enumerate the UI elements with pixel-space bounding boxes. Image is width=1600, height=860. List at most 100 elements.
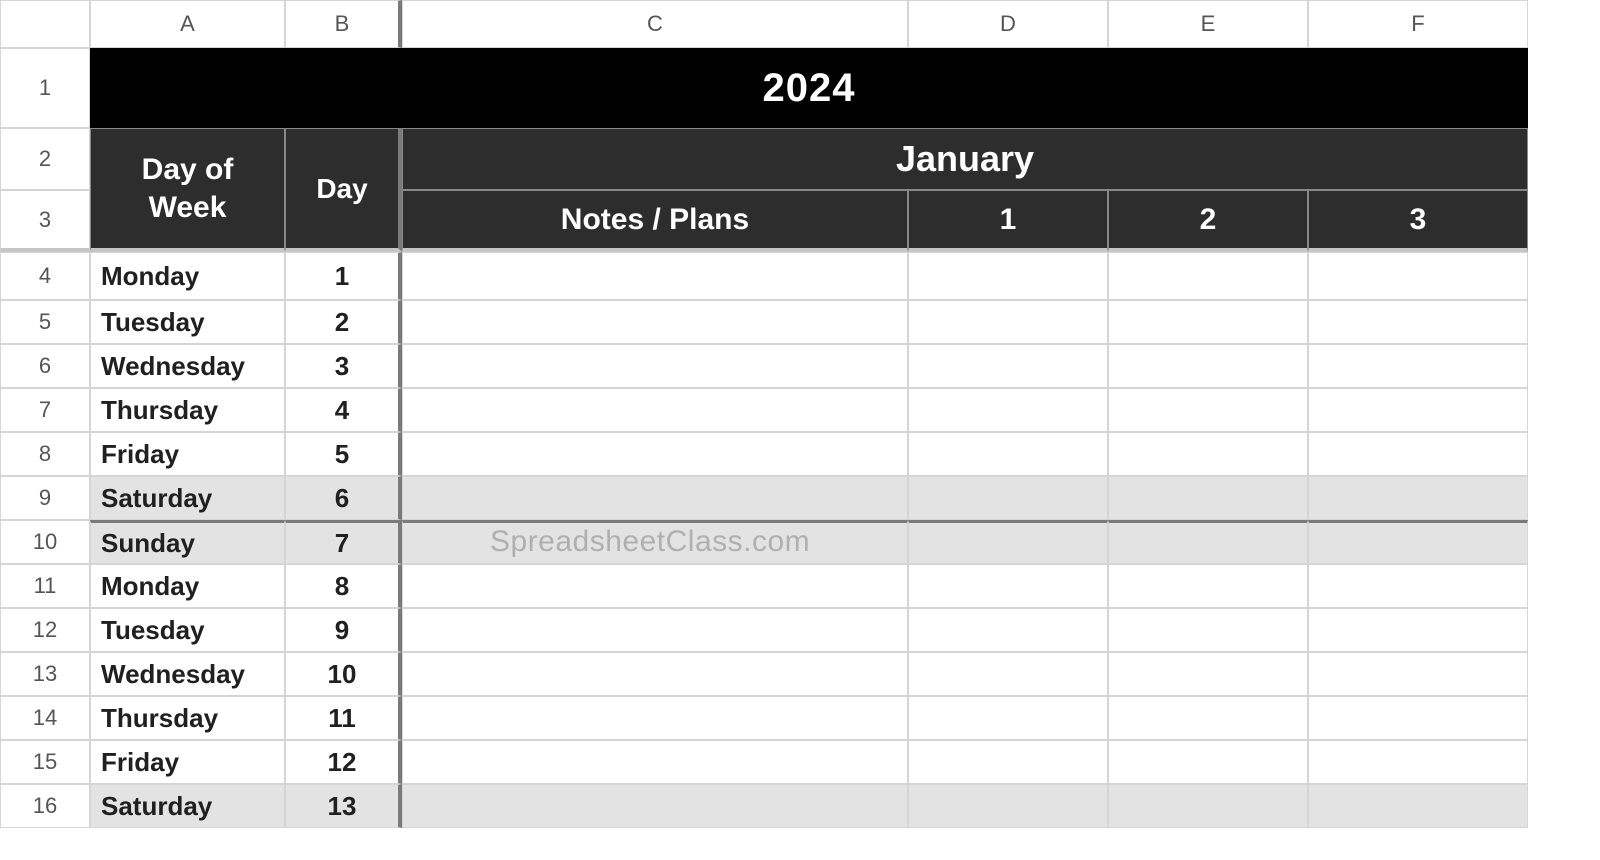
day-of-week-cell[interactable]: Friday: [90, 432, 285, 476]
day-of-week-header[interactable]: Day of Week: [90, 128, 285, 252]
plan-cell[interactable]: [1308, 388, 1528, 432]
plan-cell[interactable]: [1308, 344, 1528, 388]
plan-cell[interactable]: [1308, 252, 1528, 300]
plan-cell[interactable]: [1308, 432, 1528, 476]
plan-cell[interactable]: [1308, 696, 1528, 740]
plan-cell[interactable]: [1308, 608, 1528, 652]
column-header[interactable]: F: [1308, 0, 1528, 48]
day-of-week-cell[interactable]: Friday: [90, 740, 285, 784]
day-of-week-cell[interactable]: Tuesday: [90, 300, 285, 344]
row-header[interactable]: 11: [0, 564, 90, 608]
plan-cell[interactable]: [1108, 740, 1308, 784]
plan-cell[interactable]: [908, 652, 1108, 696]
row-header[interactable]: 4: [0, 252, 90, 300]
row-header[interactable]: 12: [0, 608, 90, 652]
plan-cell[interactable]: [908, 784, 1108, 828]
day-number-cell[interactable]: 8: [285, 564, 402, 608]
column-header[interactable]: D: [908, 0, 1108, 48]
plan-cell[interactable]: [1108, 300, 1308, 344]
plan-cell[interactable]: [1108, 252, 1308, 300]
row-header[interactable]: 15: [0, 740, 90, 784]
subcol-header[interactable]: 3: [1308, 190, 1528, 252]
notes-cell[interactable]: [402, 300, 908, 344]
notes-cell[interactable]: [402, 476, 908, 520]
row-header[interactable]: 7: [0, 388, 90, 432]
plan-cell[interactable]: [1108, 476, 1308, 520]
plan-cell[interactable]: [908, 300, 1108, 344]
day-of-week-cell[interactable]: Thursday: [90, 388, 285, 432]
day-number-cell[interactable]: 10: [285, 652, 402, 696]
row-header[interactable]: 3: [0, 190, 90, 252]
notes-cell[interactable]: [402, 252, 908, 300]
notes-cell[interactable]: [402, 740, 908, 784]
plan-cell[interactable]: [908, 608, 1108, 652]
plan-cell[interactable]: [1308, 476, 1528, 520]
notes-header[interactable]: Notes / Plans: [402, 190, 908, 252]
plan-cell[interactable]: [1108, 344, 1308, 388]
column-header[interactable]: A: [90, 0, 285, 48]
day-number-cell[interactable]: 5: [285, 432, 402, 476]
notes-cell[interactable]: [402, 432, 908, 476]
plan-cell[interactable]: [1108, 520, 1308, 564]
plan-cell[interactable]: [1108, 608, 1308, 652]
day-of-week-cell[interactable]: Wednesday: [90, 344, 285, 388]
notes-cell[interactable]: [402, 520, 908, 564]
day-number-cell[interactable]: 11: [285, 696, 402, 740]
notes-cell[interactable]: [402, 564, 908, 608]
plan-cell[interactable]: [1308, 740, 1528, 784]
plan-cell[interactable]: [1308, 784, 1528, 828]
day-of-week-cell[interactable]: Monday: [90, 564, 285, 608]
day-number-cell[interactable]: 4: [285, 388, 402, 432]
row-header[interactable]: 5: [0, 300, 90, 344]
day-number-cell[interactable]: 9: [285, 608, 402, 652]
row-header[interactable]: 9: [0, 476, 90, 520]
year-title-cell[interactable]: 2024: [90, 48, 1528, 128]
row-header[interactable]: 13: [0, 652, 90, 696]
day-number-cell[interactable]: 2: [285, 300, 402, 344]
plan-cell[interactable]: [908, 388, 1108, 432]
day-number-cell[interactable]: 7: [285, 520, 402, 564]
day-number-cell[interactable]: 12: [285, 740, 402, 784]
plan-cell[interactable]: [908, 432, 1108, 476]
month-header[interactable]: January: [402, 128, 1528, 190]
day-of-week-cell[interactable]: Monday: [90, 252, 285, 300]
column-header[interactable]: C: [402, 0, 908, 48]
subcol-header[interactable]: 1: [908, 190, 1108, 252]
plan-cell[interactable]: [1108, 784, 1308, 828]
row-header[interactable]: 8: [0, 432, 90, 476]
plan-cell[interactable]: [908, 252, 1108, 300]
row-header[interactable]: 2: [0, 128, 90, 190]
subcol-header[interactable]: 2: [1108, 190, 1308, 252]
plan-cell[interactable]: [1308, 520, 1528, 564]
day-number-cell[interactable]: 3: [285, 344, 402, 388]
day-header[interactable]: Day: [285, 128, 402, 252]
plan-cell[interactable]: [908, 740, 1108, 784]
day-of-week-cell[interactable]: Tuesday: [90, 608, 285, 652]
day-number-cell[interactable]: 13: [285, 784, 402, 828]
notes-cell[interactable]: [402, 784, 908, 828]
row-header[interactable]: 16: [0, 784, 90, 828]
plan-cell[interactable]: [908, 344, 1108, 388]
row-header[interactable]: 10: [0, 520, 90, 564]
plan-cell[interactable]: [1108, 652, 1308, 696]
plan-cell[interactable]: [908, 696, 1108, 740]
plan-cell[interactable]: [908, 520, 1108, 564]
notes-cell[interactable]: [402, 696, 908, 740]
row-header[interactable]: 1: [0, 48, 90, 128]
notes-cell[interactable]: [402, 652, 908, 696]
notes-cell[interactable]: [402, 344, 908, 388]
plan-cell[interactable]: [1108, 696, 1308, 740]
plan-cell[interactable]: [1308, 652, 1528, 696]
day-of-week-cell[interactable]: Wednesday: [90, 652, 285, 696]
plan-cell[interactable]: [1308, 300, 1528, 344]
notes-cell[interactable]: [402, 608, 908, 652]
day-of-week-cell[interactable]: Sunday: [90, 520, 285, 564]
day-number-cell[interactable]: 6: [285, 476, 402, 520]
notes-cell[interactable]: [402, 388, 908, 432]
row-header[interactable]: 6: [0, 344, 90, 388]
plan-cell[interactable]: [908, 564, 1108, 608]
day-of-week-cell[interactable]: Saturday: [90, 476, 285, 520]
plan-cell[interactable]: [1108, 388, 1308, 432]
plan-cell[interactable]: [908, 476, 1108, 520]
plan-cell[interactable]: [1108, 564, 1308, 608]
